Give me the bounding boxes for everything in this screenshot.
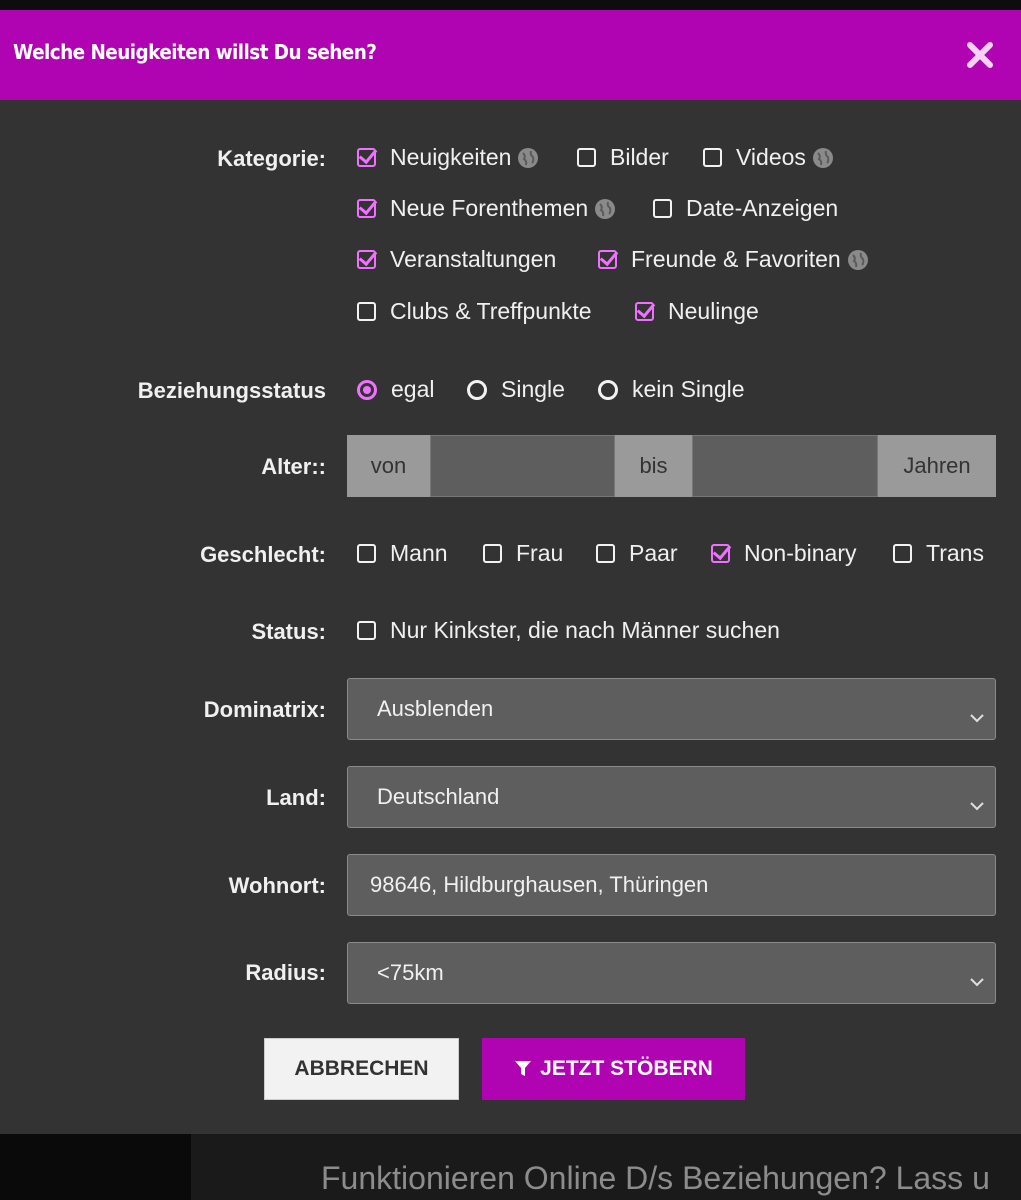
checkbox-icon[interactable] (596, 544, 615, 563)
checkbox-icon[interactable] (703, 148, 722, 167)
kategorie-date-anzeigen[interactable]: Date-Anzeigen (653, 195, 838, 222)
option-label: egal (391, 376, 435, 402)
option-label: Date-Anzeigen (686, 195, 839, 221)
footer-thumbnail (0, 1134, 191, 1200)
chevron-down-icon (969, 703, 985, 729)
geschlecht-paar[interactable]: Paar (596, 540, 678, 567)
select-value: Ausblenden (377, 696, 494, 721)
chevron-down-icon (969, 791, 985, 817)
globe-icon (594, 198, 616, 220)
jahren-addon: Jahren (878, 435, 996, 497)
footer-headline[interactable]: Funktionieren Online D/s Beziehungen? La… (321, 1160, 990, 1197)
filter-icon (515, 1061, 532, 1076)
kategorie-clubs-treffpunkte[interactable]: Clubs & Treffpunkte (357, 298, 592, 325)
option-label: Neulinge (668, 298, 759, 324)
checkbox-icon[interactable] (357, 250, 376, 269)
wohnort-input[interactable]: 98646, Hildburghausen, Thüringen (347, 854, 996, 916)
land-select[interactable]: Deutschland (347, 766, 996, 828)
checkbox-icon[interactable] (893, 544, 912, 563)
option-label: Non-binary (744, 540, 857, 566)
dialog-body: Kategorie: Neuigkeiten Bilder Videos Neu… (0, 100, 1021, 1134)
radius-label: Radius: (245, 960, 326, 985)
radius-select[interactable]: <75km (347, 942, 996, 1004)
geschlecht-mann[interactable]: Mann (357, 540, 448, 567)
checkbox-icon[interactable] (635, 302, 654, 321)
kategorie-label: Kategorie: (217, 146, 326, 171)
cancel-button[interactable]: ABBRECHEN (264, 1038, 459, 1100)
age-to-input[interactable] (692, 435, 878, 497)
bis-addon: bis (615, 435, 692, 497)
kategorie-bilder[interactable]: Bilder (577, 144, 669, 171)
option-label: Frau (516, 540, 564, 566)
kategorie-neuigkeiten[interactable]: Neuigkeiten (357, 144, 539, 171)
globe-icon (517, 147, 539, 169)
option-label: Neue Forenthemen (390, 195, 589, 221)
radio-icon[interactable] (467, 379, 487, 400)
checkbox-icon[interactable] (483, 544, 502, 563)
footer-bar: Funktionieren Online D/s Beziehungen? La… (0, 1134, 1021, 1200)
checkbox-icon[interactable] (711, 544, 730, 563)
dominatrix-select[interactable]: Ausblenden (347, 678, 996, 740)
wohnort-label: Wohnort: (228, 873, 326, 898)
beziehungsstatus-label: Beziehungsstatus (137, 378, 326, 403)
status-kinkster-option[interactable]: Nur Kinkster, die nach Männer suchen (357, 617, 780, 644)
checkbox-icon[interactable] (653, 199, 672, 218)
radio-icon[interactable] (357, 379, 377, 400)
land-label: Land: (266, 785, 326, 810)
option-label: Veranstaltungen (390, 246, 557, 272)
option-label: Freunde & Favoriten (631, 246, 841, 272)
kategorie-veranstaltungen[interactable]: Veranstaltungen (357, 246, 556, 273)
option-label: Trans (926, 540, 984, 566)
checkbox-icon[interactable] (357, 621, 376, 640)
alter-label: Alter:: (261, 454, 326, 479)
input-value: 98646, Hildburghausen, Thüringen (370, 872, 709, 897)
checkbox-icon[interactable] (357, 148, 376, 167)
option-label: Neuigkeiten (390, 144, 512, 170)
beziehungsstatus-kein-single[interactable]: kein Single (598, 376, 745, 403)
kategorie-freunde-favoriten[interactable]: Freunde & Favoriten (598, 246, 869, 273)
kategorie-neulinge[interactable]: Neulinge (635, 298, 759, 325)
beziehungsstatus-egal[interactable]: egal (357, 376, 434, 403)
globe-icon (847, 249, 869, 271)
geschlecht-label: Geschlecht: (200, 542, 326, 567)
option-label: Single (501, 376, 565, 402)
geschlecht-frau[interactable]: Frau (483, 540, 563, 567)
submit-label: JETZT STÖBERN (540, 1057, 713, 1080)
select-value: <75km (377, 960, 444, 985)
close-icon[interactable] (965, 40, 995, 70)
kategorie-videos[interactable]: Videos (703, 144, 834, 171)
option-label: Nur Kinkster, die nach Männer suchen (390, 617, 780, 643)
geschlecht-trans[interactable]: Trans (893, 540, 984, 567)
beziehungsstatus-single[interactable]: Single (467, 376, 565, 403)
top-strip (0, 0, 1021, 10)
chevron-down-icon (969, 967, 985, 993)
checkbox-icon[interactable] (357, 199, 376, 218)
globe-icon (812, 147, 834, 169)
checkbox-icon[interactable] (577, 148, 596, 167)
kategorie-neue-forenthemen[interactable]: Neue Forenthemen (357, 195, 616, 222)
dialog-header: Welche Neuigkeiten willst Du sehen? (0, 10, 1021, 100)
age-from-input[interactable] (430, 435, 615, 497)
option-label: Mann (390, 540, 448, 566)
option-label: kein Single (632, 376, 745, 402)
option-label: Paar (629, 540, 678, 566)
submit-button[interactable]: JETZT STÖBERN (482, 1038, 745, 1100)
checkbox-icon[interactable] (357, 302, 376, 321)
option-label: Videos (736, 144, 806, 170)
select-value: Deutschland (377, 784, 500, 809)
radio-icon[interactable] (598, 379, 618, 400)
von-addon: von (347, 435, 430, 497)
dominatrix-label: Dominatrix: (203, 697, 326, 722)
checkbox-icon[interactable] (357, 544, 376, 563)
age-range: von bis Jahren (347, 435, 996, 497)
option-label: Bilder (610, 144, 669, 170)
status-label: Status: (251, 619, 326, 644)
checkbox-icon[interactable] (598, 250, 617, 269)
dialog-title: Welche Neuigkeiten willst Du sehen? (13, 40, 377, 64)
geschlecht-non-binary[interactable]: Non-binary (711, 540, 857, 567)
option-label: Clubs & Treffpunkte (390, 298, 592, 324)
